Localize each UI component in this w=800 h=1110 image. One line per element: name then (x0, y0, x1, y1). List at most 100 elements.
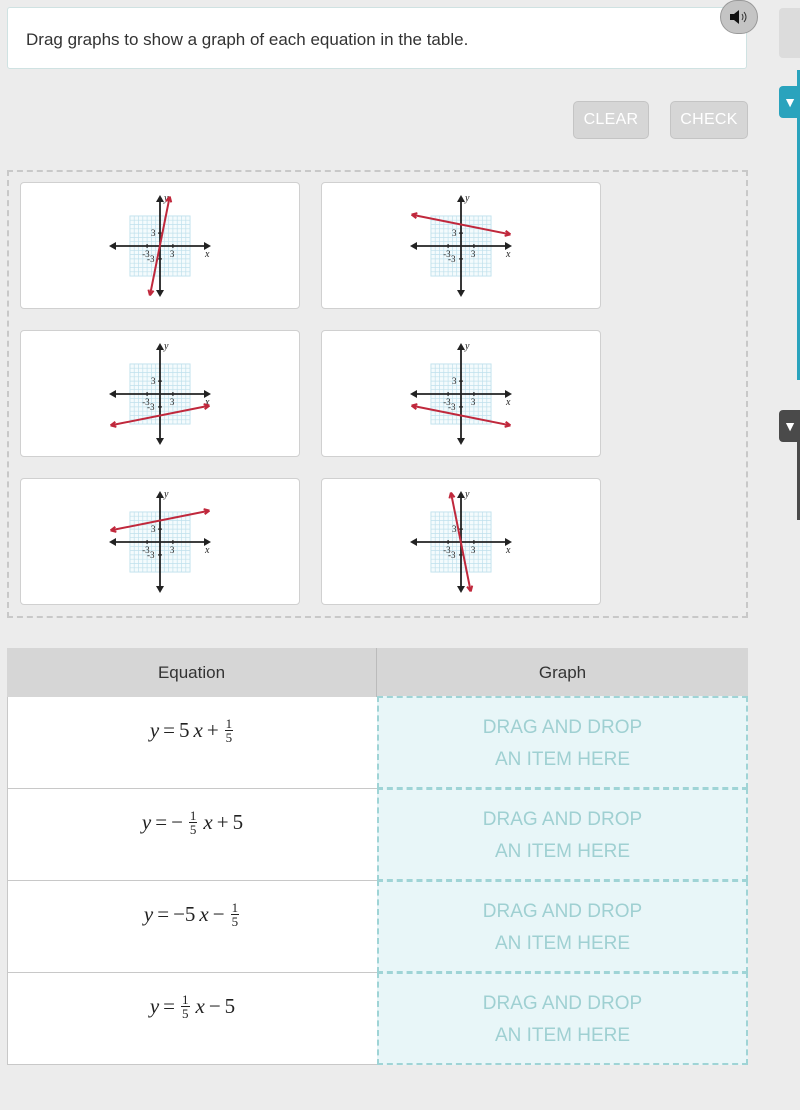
x-axis-arrow-left (109, 537, 116, 546)
constant: 5 (232, 810, 244, 834)
equation-lhs: y (149, 718, 160, 742)
drop-zone-label: DRAG AND DROP (482, 809, 643, 830)
x-axis-arrow-left (410, 241, 417, 250)
x-axis-label: x (204, 545, 210, 556)
coefficient-sign: − (171, 810, 183, 834)
y-axis-arrow-up (457, 490, 465, 498)
graph-card[interactable]: 3 -3 3 -3 x y (321, 330, 601, 457)
graph-card[interactable]: 3 -3 3 -3 x y (321, 182, 601, 309)
drop-zone-label: DRAG AND DROP (482, 901, 643, 922)
side-panel-toggle-dark[interactable]: ▼ (779, 410, 800, 442)
graph-card[interactable]: 3 -3 3 -3 x y (20, 478, 300, 605)
y-axis-label: y (464, 193, 470, 204)
fraction: 15 (181, 993, 190, 1020)
y-axis-arrow-up (457, 194, 465, 202)
coordinate-graph: 3-33-3 xy (109, 193, 211, 297)
graph-card[interactable]: 3 -3 3 -3 x y (321, 478, 601, 605)
y-tick-label: -3 (448, 253, 456, 263)
equation-lhs: y (143, 902, 154, 926)
clear-button[interactable]: CLEAR (573, 101, 649, 139)
y-tick-label: -3 (147, 401, 155, 411)
x-tick-label: 3 (170, 249, 175, 259)
drop-zone[interactable]: DRAG AND DROP AN ITEM HERE (377, 972, 748, 1065)
x-tick-label: 3 (471, 397, 476, 407)
equals-sign: = (163, 994, 175, 1018)
y-axis-arrow-down (156, 437, 164, 445)
y-axis-arrow-down (156, 289, 164, 297)
fraction-numerator: 1 (230, 900, 240, 915)
equals-sign: = (157, 902, 170, 926)
y-axis-arrow-up (156, 194, 164, 202)
fraction: 15 (230, 900, 240, 929)
operator: − (208, 994, 221, 1018)
fraction: 15 (224, 716, 234, 745)
constant: 5 (224, 994, 236, 1018)
variable: x (203, 810, 213, 834)
equals-sign: = (163, 718, 175, 742)
y-tick-label: -3 (147, 549, 155, 559)
graph-card[interactable]: 3 -3 3 -3 x y (20, 182, 300, 309)
table-row: y = 5 x +1 5 DRAG AND DROP AN ITEM HERE (7, 696, 748, 789)
coefficient: −5 (173, 902, 196, 926)
speaker-icon (730, 10, 747, 24)
drop-zone-label: DRAG AND DROP (482, 717, 643, 738)
table-row: y = −1 5 x +5 DRAG AND DROP AN ITEM HERE (7, 788, 748, 881)
x-axis-label: x (505, 397, 511, 408)
x-axis-arrow-left (410, 537, 417, 546)
x-axis-label: x (505, 545, 511, 556)
x-axis-label: x (505, 249, 511, 260)
coordinate-graph: 3-33-3 xy (410, 489, 512, 593)
x-tick-label: 3 (170, 545, 175, 555)
check-button[interactable]: CHECK (670, 101, 748, 139)
side-panel-tab[interactable] (779, 8, 800, 58)
y-tick-label: 3 (151, 524, 156, 534)
fraction-denominator: 5 (189, 822, 197, 837)
equation: y = 5 x +1 5 (150, 717, 235, 744)
drop-zone[interactable]: DRAG AND DROP AN ITEM HERE (377, 696, 748, 789)
audio-button[interactable] (720, 0, 758, 34)
y-tick-label: 3 (151, 228, 156, 238)
header-graph: Graph (538, 662, 587, 682)
y-tick-label: 3 (452, 376, 457, 386)
side-panel-toggle-teal[interactable]: ▼ (779, 86, 800, 118)
coefficient: 5 (179, 718, 190, 742)
drop-zone-label: DRAG AND DROP (482, 993, 643, 1014)
fraction-numerator: 1 (181, 992, 190, 1007)
prompt-box: Drag graphs to show a graph of each equa… (7, 7, 747, 69)
equation-cell: y = 5 x +1 5 (7, 697, 377, 789)
y-tick-label: -3 (448, 549, 456, 559)
equation-cell: y = −1 5 x +5 (7, 789, 377, 881)
table-row: y = 1 5 x −5 DRAG AND DROP AN ITEM HERE (7, 972, 748, 1065)
drop-zone-label: AN ITEM HERE (494, 933, 631, 954)
equation: y = −1 5 x +5 (142, 809, 243, 836)
y-axis-arrow-down (156, 585, 164, 593)
x-axis-arrow-left (109, 389, 116, 398)
triangle-down-icon: ▼ (783, 94, 797, 110)
fraction-numerator: 1 (188, 808, 198, 823)
fraction-numerator: 1 (224, 716, 234, 731)
graph-card[interactable]: 3 -3 3 -3 x y (20, 330, 300, 457)
coordinate-graph: 3-33-3 xy (109, 341, 211, 445)
drop-zone-label: AN ITEM HERE (494, 841, 631, 862)
equation: y = 1 5 x −5 (150, 993, 235, 1020)
header-equation: Equation (7, 648, 377, 697)
y-tick-label: -3 (448, 401, 456, 411)
operator: + (216, 810, 229, 834)
coordinate-graph: 3-33-3 xy (410, 341, 512, 445)
fraction: 15 (188, 808, 198, 837)
fraction-denominator: 5 (225, 730, 233, 745)
drop-zone[interactable]: DRAG AND DROP AN ITEM HERE (377, 788, 748, 881)
drop-zone-label: AN ITEM HERE (494, 749, 631, 770)
drop-zone[interactable]: DRAG AND DROP AN ITEM HERE (377, 880, 748, 973)
y-axis-arrow-up (156, 490, 164, 498)
fraction-denominator: 5 (231, 914, 239, 929)
y-axis-label: y (163, 489, 169, 500)
x-axis-arrow-left (410, 389, 417, 398)
fraction-denominator: 5 (182, 1006, 189, 1021)
x-tick-label: 3 (170, 397, 175, 407)
y-axis-arrow-down (457, 437, 465, 445)
prompt-text: Drag graphs to show a graph of each equa… (26, 30, 469, 49)
y-tick-label: 3 (452, 524, 457, 534)
x-axis-label: x (204, 249, 210, 260)
x-tick-label: 3 (471, 249, 476, 259)
